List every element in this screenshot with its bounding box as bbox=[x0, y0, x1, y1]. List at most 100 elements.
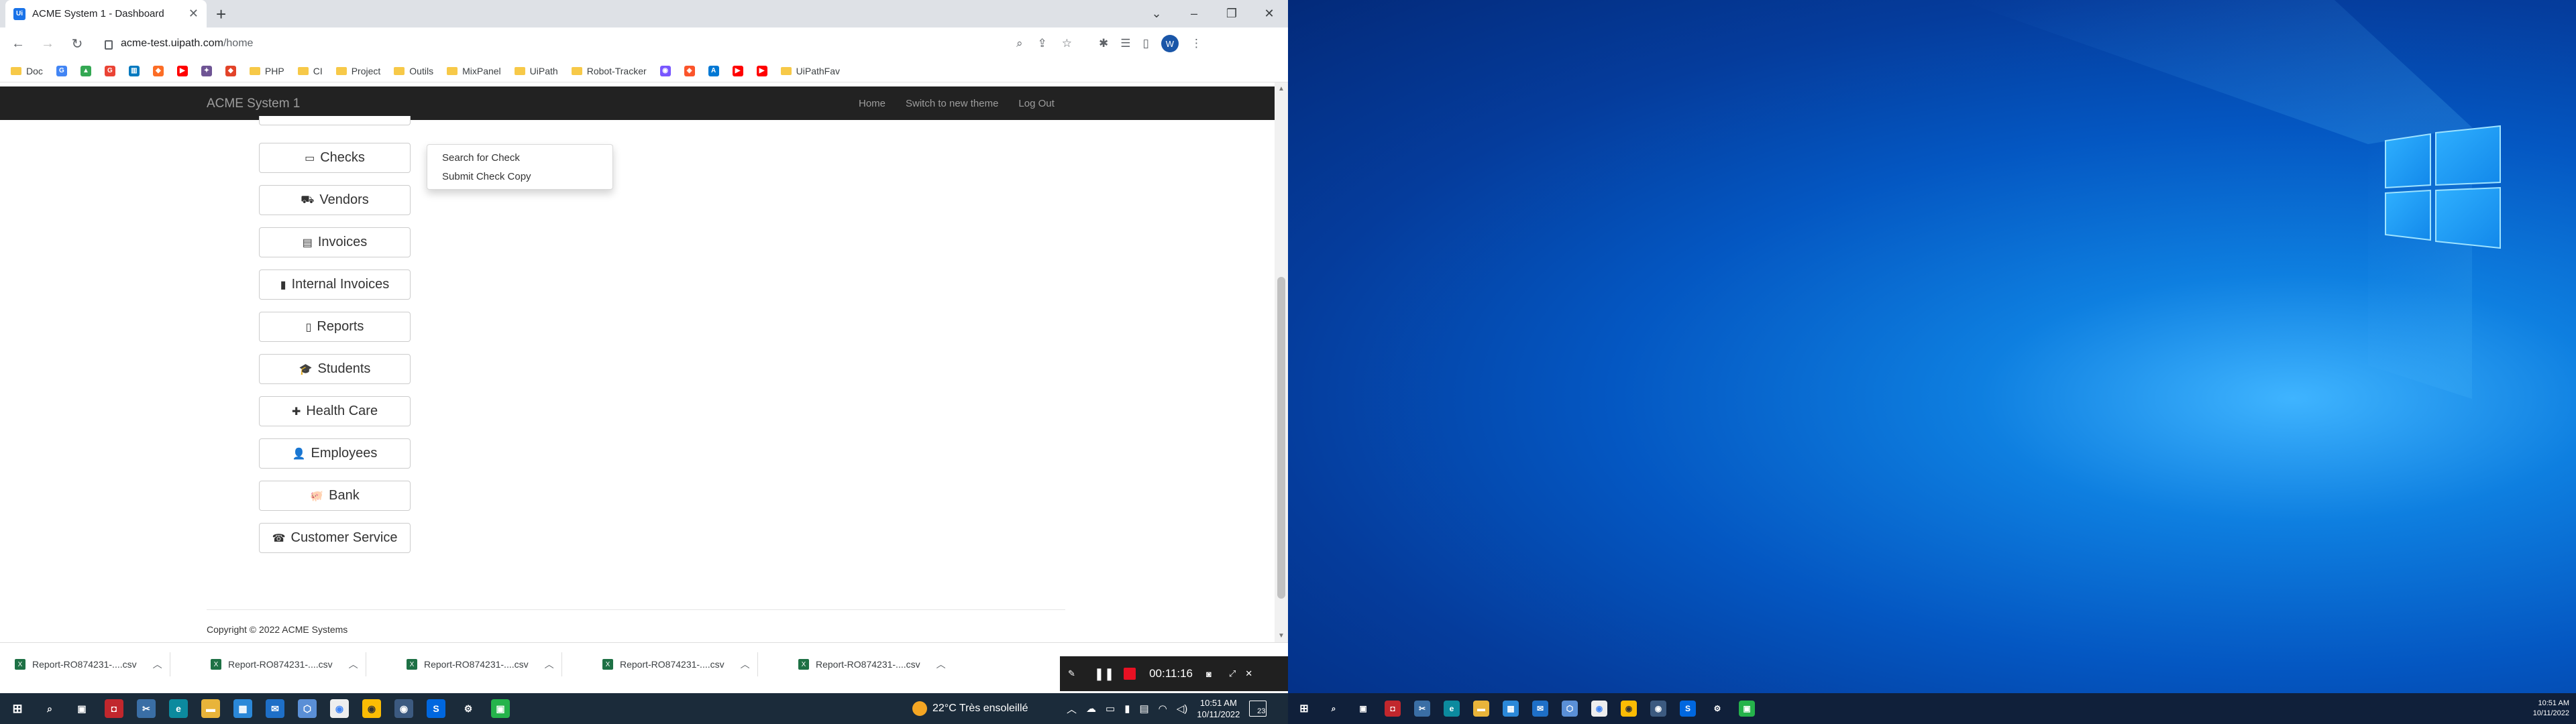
battery-icon[interactable]: ▮ bbox=[1124, 703, 1130, 715]
trello-bookmark-icon[interactable]: ▥ bbox=[128, 65, 140, 76]
mail-icon[interactable]: ✉ bbox=[266, 699, 284, 718]
close-window-icon[interactable]: ✕ bbox=[1250, 0, 1288, 27]
git-bookmark-icon[interactable]: ✦ bbox=[201, 65, 212, 76]
google-bookmark-icon[interactable]: G bbox=[56, 65, 67, 76]
youtube-bookmark-icon[interactable]: ▶ bbox=[176, 65, 188, 76]
health-care-button[interactable]: ✚ Health Care bbox=[259, 396, 411, 426]
reports-button[interactable]: ▯ Reports bbox=[259, 312, 411, 342]
bookmark-star-icon[interactable]: ☆ bbox=[1062, 37, 1072, 50]
nav-logout-link[interactable]: Log Out bbox=[1018, 98, 1054, 109]
task-view-icon[interactable]: ▣ bbox=[72, 699, 91, 718]
profile-avatar[interactable]: W bbox=[1161, 35, 1179, 52]
zoom-icon[interactable]: ⌕ bbox=[1016, 37, 1023, 50]
edge-icon[interactable]: e bbox=[1444, 701, 1460, 717]
bookmark-outils[interactable]: Outils bbox=[394, 66, 433, 76]
snip-tool-icon[interactable]: ✂ bbox=[137, 699, 156, 718]
file-explorer-icon[interactable]: ▬ bbox=[1473, 701, 1489, 717]
download-item[interactable]: X Report-RO874231-....csv ︿ bbox=[15, 652, 170, 676]
back-icon[interactable]: ← bbox=[7, 32, 30, 55]
youtube-bookmark-icon-3[interactable]: ▶ bbox=[756, 65, 767, 76]
calendar-icon[interactable]: ▦ bbox=[233, 699, 252, 718]
invoices-button[interactable]: ▤ Invoices bbox=[259, 227, 411, 257]
green-app-icon[interactable]: ▣ bbox=[491, 699, 510, 718]
settings-gear-icon[interactable]: ⚙ bbox=[1709, 701, 1725, 717]
virtualbox-icon[interactable]: ⬡ bbox=[298, 699, 317, 718]
virtualbox-icon[interactable]: ⬡ bbox=[1562, 701, 1578, 717]
nav-switch-theme-link[interactable]: Switch to new theme bbox=[906, 98, 998, 109]
scroll-up-arrow-icon[interactable]: ▲ bbox=[1278, 85, 1285, 93]
settings-gear-icon[interactable]: ⚙ bbox=[459, 699, 478, 718]
chevron-up-icon[interactable]: ︿ bbox=[1067, 702, 1077, 716]
students-button[interactable]: 🎓 Students bbox=[259, 354, 411, 384]
stop-record-icon[interactable] bbox=[1124, 668, 1136, 680]
chevron-up-icon[interactable]: ︿ bbox=[349, 658, 358, 671]
network-icon[interactable]: ▤ bbox=[1139, 703, 1148, 715]
google-bookmark-icon-2[interactable]: G bbox=[104, 65, 115, 76]
chrome-icon[interactable]: ◉ bbox=[1591, 701, 1607, 717]
internal-invoices-button[interactable]: ▮ Internal Invoices bbox=[259, 269, 411, 300]
employees-button[interactable]: 👤 Employees bbox=[259, 438, 411, 469]
bookmark-uipath[interactable]: UiPath bbox=[514, 66, 558, 76]
chrome-icon[interactable]: ◉ bbox=[330, 699, 349, 718]
display-icon[interactable]: ▭ bbox=[1106, 703, 1115, 715]
onedrive-icon[interactable]: ☁ bbox=[1086, 703, 1096, 715]
search-icon[interactable]: ⌕ bbox=[40, 699, 59, 718]
mail-icon[interactable]: ✉ bbox=[1532, 701, 1548, 717]
menu-button-partial[interactable] bbox=[259, 116, 411, 125]
reading-list-icon[interactable]: ☰ bbox=[1120, 37, 1130, 50]
bookmark-doc[interactable]: Doc bbox=[11, 66, 43, 76]
bookmark-ci[interactable]: CI bbox=[297, 66, 323, 76]
chrome-active-icon[interactable]: ◉ bbox=[1650, 701, 1666, 717]
clock[interactable]: 10:51 AM 10/11/2022 bbox=[1197, 697, 1240, 720]
lock-icon[interactable] bbox=[105, 40, 113, 50]
snip-tool-icon[interactable]: ✂ bbox=[1414, 701, 1430, 717]
brave-bookmark-icon[interactable]: ◈ bbox=[684, 65, 695, 76]
chrome-canary-icon[interactable]: ◉ bbox=[362, 699, 381, 718]
youtube-bookmark-icon-2[interactable]: ▶ bbox=[732, 65, 743, 76]
wifi-icon[interactable]: ◠ bbox=[1159, 703, 1167, 715]
download-item[interactable]: X Report-RO874231-....csv ︿ bbox=[798, 652, 946, 676]
chevron-up-icon[interactable]: ︿ bbox=[545, 658, 554, 671]
search-for-check-item[interactable]: Search for Check bbox=[427, 149, 612, 168]
extensions-icon[interactable]: ✱ bbox=[1099, 37, 1108, 50]
uipath-studio-icon[interactable]: S bbox=[427, 699, 445, 718]
scroll-thumb[interactable] bbox=[1277, 277, 1285, 599]
mixpanel-bookmark-icon[interactable]: ◉ bbox=[659, 65, 671, 76]
pause-icon[interactable]: ❚❚ bbox=[1094, 667, 1114, 681]
download-item[interactable]: X Report-RO874231-....csv ︿ bbox=[211, 652, 366, 676]
expand-icon[interactable]: ⤢ bbox=[1229, 668, 1236, 679]
search-icon[interactable]: ⌕ bbox=[1326, 701, 1342, 717]
browser-tab[interactable]: Ui ACME System 1 - Dashboard ✕ bbox=[5, 0, 207, 27]
google-drive-bookmark-icon[interactable]: ▲ bbox=[80, 65, 91, 76]
tab-search-icon[interactable]: ⌄ bbox=[1138, 0, 1175, 27]
chrome-canary-icon[interactable]: ◉ bbox=[1621, 701, 1637, 717]
submit-check-copy-item[interactable]: Submit Check Copy bbox=[427, 168, 612, 186]
reload-icon[interactable]: ↻ bbox=[66, 32, 89, 55]
share-icon[interactable]: ⇪ bbox=[1038, 37, 1047, 50]
green-app-icon[interactable]: ▣ bbox=[1739, 701, 1755, 717]
volume-icon[interactable]: ◁) bbox=[1177, 703, 1188, 715]
chevron-up-icon[interactable]: ︿ bbox=[153, 658, 162, 671]
weather-widget[interactable]: 22°C Très ensoleillé bbox=[912, 693, 1028, 724]
bookmark-mixpanel[interactable]: MixPanel bbox=[447, 66, 501, 76]
windows-start-icon[interactable]: ⊞ bbox=[1296, 701, 1312, 717]
pen-icon[interactable]: ✎ bbox=[1068, 668, 1075, 679]
minimize-icon[interactable]: – bbox=[1175, 0, 1213, 27]
download-item[interactable]: X Report-RO874231-....csv ︿ bbox=[407, 652, 562, 676]
address-bar[interactable]: acme-test.uipath.com/home ⌕ ⇪ ☆ bbox=[95, 32, 1081, 55]
maximize-icon[interactable]: ❐ bbox=[1213, 0, 1250, 27]
close-tab-icon[interactable]: ✕ bbox=[189, 7, 199, 21]
gitlab-bookmark-icon[interactable]: ◆ bbox=[152, 65, 164, 76]
azure-bookmark-icon[interactable]: A bbox=[708, 65, 719, 76]
side-panel-icon[interactable]: ▯ bbox=[1143, 37, 1149, 50]
file-explorer-icon[interactable]: ▬ bbox=[201, 699, 220, 718]
vendors-button[interactable]: ⛟ Vendors bbox=[259, 185, 411, 215]
uipath-studio-icon[interactable]: S bbox=[1680, 701, 1696, 717]
nav-home-link[interactable]: Home bbox=[859, 98, 885, 109]
scroll-down-arrow-icon[interactable]: ▼ bbox=[1278, 632, 1285, 640]
customer-service-button[interactable]: ☎ Customer Service bbox=[259, 523, 411, 553]
new-tab-icon[interactable]: + bbox=[216, 4, 226, 25]
bookmark-robot-tracker[interactable]: Robot-Tracker bbox=[571, 66, 647, 76]
task-view-icon[interactable]: ▣ bbox=[1355, 701, 1371, 717]
app-brand[interactable]: ACME System 1 bbox=[207, 97, 300, 111]
